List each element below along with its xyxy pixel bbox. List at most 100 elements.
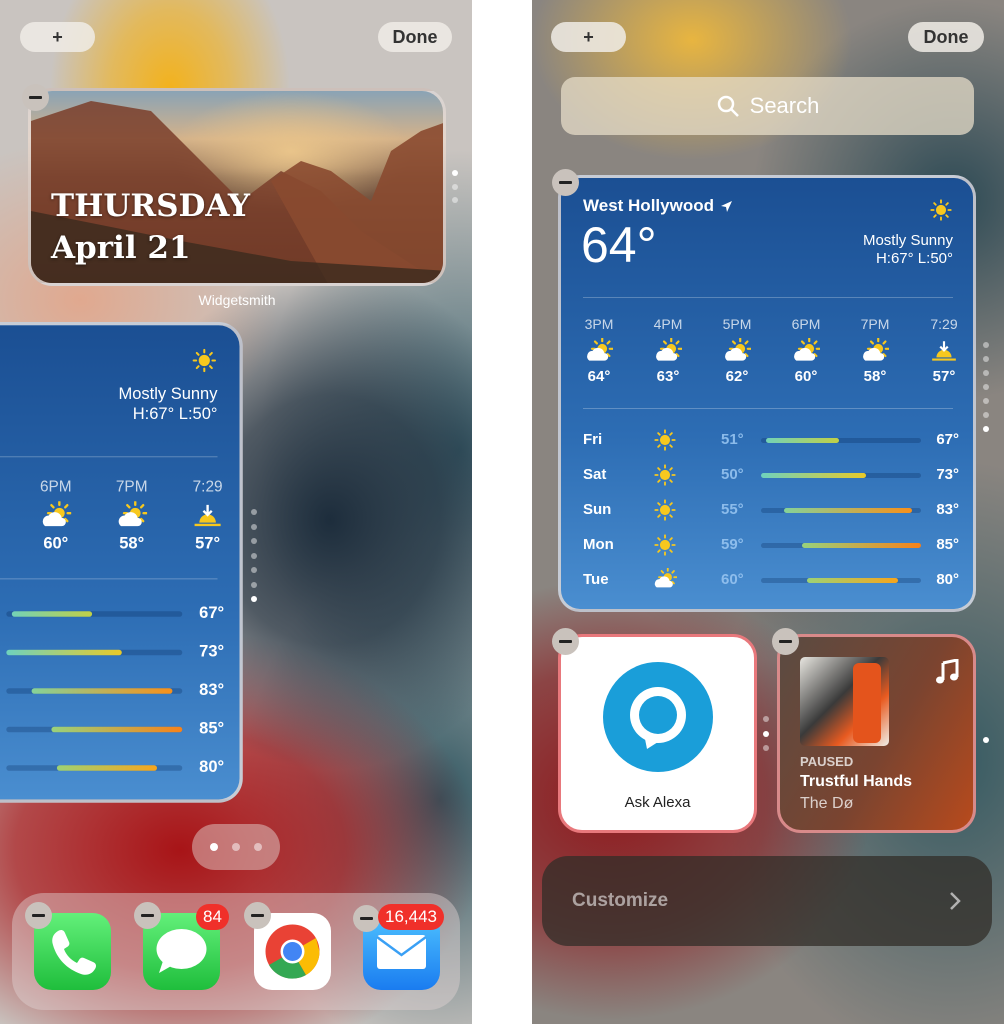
stack-page-dot [763,745,769,751]
weather-widget[interactable]: West Hollywood 64° Mostly Sunny H:67° L:50°… [558,175,976,612]
partly-cloudy-icon [725,338,751,361]
remove-widget-button[interactable] [772,628,799,655]
hour-label: 7:29 [930,316,958,332]
page-dot [254,843,262,851]
sun-icon [930,199,952,221]
sun-icon [654,499,676,521]
stack-page-dot [452,170,458,176]
stack-page-dot [983,426,989,432]
high-temp: 73° [199,642,225,661]
temp-range-bar [51,726,183,733]
remove-app-button[interactable] [244,902,271,929]
widget-gallery-right: + Done Search West Hollywood 64° Mostly Su… [532,0,1004,1024]
add-widget-button[interactable]: + [20,22,95,52]
temp-range-track [6,765,183,771]
hour-label: 7PM [860,316,890,332]
search-field[interactable]: Search [561,77,974,135]
temp-range-track [6,611,183,617]
remove-widget-button[interactable] [552,169,579,196]
hour-temp: 63° [656,368,680,385]
daily-forecast-row: Sun55°83° [561,498,973,522]
artist-name: The Dø [800,795,854,812]
hourly-forecast-item: 3PM 64° [569,316,629,385]
daily-forecast-row: Fri51°67° [0,600,240,626]
partly-cloudy-icon [794,338,820,361]
music-widget[interactable]: PAUSED Trustful Hands The Dø [777,634,976,833]
remove-app-button[interactable] [134,902,161,929]
partly-cloudy-icon [118,501,148,527]
hour-label: 6PM [39,477,72,495]
done-button[interactable]: Done [908,22,984,52]
partly-cloudy-icon [654,567,678,588]
partly-cloudy-icon [656,338,682,361]
sun-icon [654,534,676,556]
alexa-logo-icon [603,662,713,772]
hour-label: 5PM [0,477,13,499]
remove-widget-button[interactable] [22,84,49,111]
daily-forecast-row: Sun55°83° [0,677,240,703]
daily-forecast-row: Fri51°67° [561,428,973,452]
widgetsmith-widget[interactable]: THURSDAY April 21 [28,88,446,286]
temp-range-track [6,649,183,656]
stack-page-dot [983,398,989,404]
music-note-icon [936,659,959,684]
stack-page-dot [983,356,989,362]
temp-range-bar [806,578,899,583]
widget-day: THURSDAY [51,188,251,224]
stack-page-dot [251,523,257,530]
hourly-forecast-item: 7PM 58° [845,316,905,385]
temp-range-bar [31,688,173,694]
hourly-forecast-item: 7:29 57° [175,477,240,553]
low-temp: 55° [721,501,744,518]
customize-button[interactable]: Customize [542,856,992,946]
stack-page-dot [251,567,257,573]
hourly-forecast-item: 7:29 57° [914,316,973,385]
alexa-widget[interactable]: Ask Alexa [558,634,757,833]
condition-icon [191,347,217,379]
condition-text: Mostly Sunny [862,232,953,249]
remove-app-button[interactable] [353,905,380,932]
temp-range-track [6,726,183,733]
low-temp: 60° [721,571,744,588]
hourly-forecast-item: 5PM 62° [0,477,13,553]
search-placeholder: Search [749,93,820,118]
stack-page-dot [251,509,257,515]
widget-label: Widgetsmith [198,292,276,308]
add-widget-button[interactable]: + [551,22,626,52]
weather-widget-dragging[interactable]: West Hollywood64°Mostly SunnyH:67° L:50°… [0,322,243,803]
remove-app-button[interactable] [25,902,52,929]
temp-range-track [761,543,921,548]
hour-label: 7PM [115,477,148,495]
partly-cloudy-icon [587,338,613,361]
done-button[interactable]: Done [378,22,452,52]
daily-forecast-row: Mon 59° 85° [561,533,973,557]
daily-forecast-row: Tue 60° 80° [561,567,973,592]
high-temp: 67° [199,603,225,623]
condition-text: Mostly Sunny [118,384,218,404]
temp-range-bar [56,765,158,771]
hour-temp: 64° [587,368,611,385]
divider [0,456,218,458]
hour-label: 4PM [653,316,683,332]
location-arrow-icon [720,200,732,212]
hourly-forecast-item: 6PM 60° [776,316,836,385]
widget-date: April 21 [51,230,191,266]
city-label: West Hollywood [583,196,714,215]
home-screen-edit-left: + Done THURSDAY April 21 Widgetsmith Wes… [0,0,472,1024]
low-temp: 59° [721,536,744,553]
page-dot [210,843,218,851]
hourly-forecast-item: 6PM 60° [23,477,89,553]
temp-range-bar [11,611,92,617]
high-temp: 85° [199,719,225,738]
hour-label: 5PM [722,316,752,332]
album-artwork[interactable] [800,657,889,746]
hour-label: 3PM [584,316,614,332]
partly-cloudy-icon [863,338,889,361]
remove-widget-button[interactable] [552,628,579,655]
page-indicator[interactable] [192,824,280,870]
chevron-right-icon [950,892,961,910]
hourly-forecast-item: 7PM 58° [99,477,165,553]
temp-range-bar [761,473,867,478]
low-temp: 51° [721,431,744,448]
divider [0,578,218,580]
